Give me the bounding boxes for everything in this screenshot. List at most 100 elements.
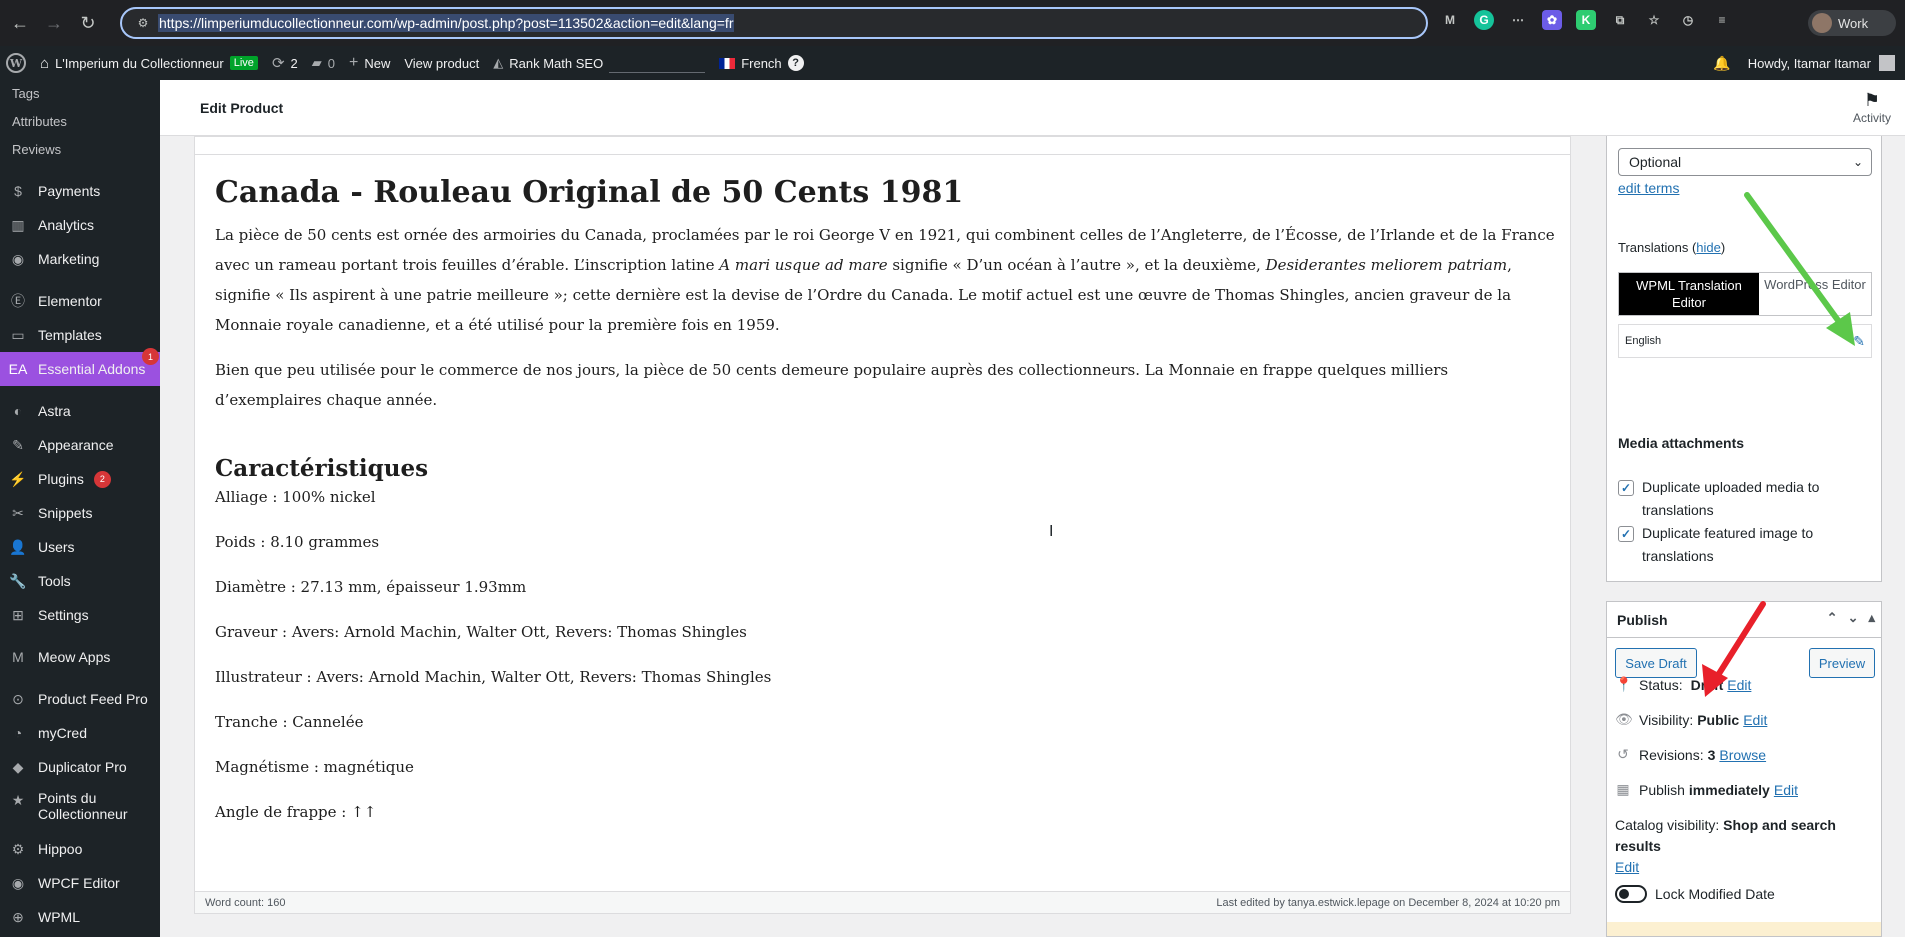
- site-name-link[interactable]: ⌂ L'Imperium du Collectionneur Live: [40, 55, 258, 72]
- edit-translation-pencil-icon[interactable]: ✎: [1853, 325, 1865, 357]
- profile-label: Work: [1838, 15, 1869, 31]
- content-editor[interactable]: Canada - Rouleau Original de 50 Cents 19…: [194, 136, 1571, 914]
- site-name: L'Imperium du Collectionneur: [55, 55, 224, 71]
- revisions-icon: ↺: [1617, 746, 1629, 762]
- sidebar-item-snippets[interactable]: ✂ Snippets: [0, 496, 160, 530]
- extension-gear-icon[interactable]: ✿: [1542, 10, 1562, 30]
- submenu-item[interactable]: Reviews: [0, 136, 160, 164]
- sidebar-item-mycred[interactable]: ◔ myCred: [0, 716, 160, 750]
- chevron-down-icon: ⌄: [1852, 155, 1863, 169]
- edit-visibility-link[interactable]: Edit: [1743, 712, 1767, 728]
- edit-schedule-link[interactable]: Edit: [1774, 782, 1798, 798]
- site-info-icon[interactable]: ⚙: [132, 12, 154, 34]
- sidebar-item-settings[interactable]: ⊞ Settings: [0, 598, 160, 632]
- product-feed-icon: ⊙: [12, 690, 24, 707]
- product-heading: Canada - Rouleau Original de 50 Cents 19…: [215, 175, 964, 210]
- sidebar-item-plugins[interactable]: ⚡ Plugins 2: [0, 462, 160, 496]
- wp-logo-menu[interactable]: W: [6, 53, 26, 73]
- view-product-label: View product: [404, 55, 480, 71]
- sidebar-item-duplicator-pro[interactable]: ◆ Duplicator Pro: [0, 750, 160, 784]
- profile-button[interactable]: Work: [1808, 10, 1896, 36]
- move-down-icon[interactable]: ⌄: [1848, 610, 1859, 626]
- duplicate-media-option[interactable]: ✓ Duplicate uploaded media to translatio…: [1618, 476, 1858, 522]
- activity-button[interactable]: ⚑ Activity: [1849, 90, 1895, 125]
- new-content-link[interactable]: + New: [349, 54, 390, 72]
- sidebar-item-hippoo[interactable]: ⚙ Hippoo: [0, 832, 160, 866]
- submenu-item[interactable]: Attributes: [0, 108, 160, 136]
- edit-terms-link[interactable]: edit terms: [1618, 180, 1679, 196]
- move-up-icon[interactable]: ⌃: [1827, 610, 1838, 626]
- history-icon[interactable]: ◷: [1678, 10, 1698, 30]
- sidebar-item-users[interactable]: 👤 Users: [0, 530, 160, 564]
- duplicate-featured-checkbox[interactable]: ✓: [1618, 526, 1634, 542]
- sidebar-item-points-du-collectionneur[interactable]: ★ Points du Collectionneur: [0, 784, 160, 832]
- submenu-item[interactable]: Tags: [0, 80, 160, 108]
- translations-label: Translations: [1618, 240, 1689, 255]
- edit-status-link[interactable]: Edit: [1727, 677, 1751, 693]
- optional-select[interactable]: Optional ⌄: [1618, 148, 1872, 176]
- grammarly-icon[interactable]: G: [1474, 10, 1494, 30]
- address-bar[interactable]: ⚙ https://limperiumducollectionneur.com/…: [120, 7, 1428, 39]
- analytics-icon: ▥: [11, 216, 25, 233]
- language-switcher[interactable]: French ?: [719, 55, 804, 71]
- home-icon: ⌂: [40, 54, 50, 72]
- editor-body[interactable]: Canada - Rouleau Original de 50 Cents 19…: [215, 175, 1555, 846]
- more-dots-icon[interactable]: ⋯: [1508, 10, 1528, 30]
- preview-button[interactable]: Preview: [1809, 648, 1875, 678]
- sidebar-item-appearance[interactable]: ✎ Appearance: [0, 428, 160, 462]
- editor-status-bar: Word count: 160 Last edited by tanya.est…: [195, 891, 1570, 913]
- sidebar-item-meow-apps[interactable]: M Meow Apps: [0, 640, 160, 674]
- appearance-icon: ✎: [12, 436, 24, 453]
- sidebar-item-wpcf-editor[interactable]: ◉ WPCF Editor: [0, 866, 160, 900]
- notification-bell-icon[interactable]: 🔔: [1713, 55, 1730, 71]
- sidebar-item-label: Snippets: [38, 505, 93, 521]
- duplicate-media-checkbox[interactable]: ✓: [1618, 480, 1634, 496]
- sidebar-item-wpml[interactable]: ⊕ WPML: [0, 900, 160, 934]
- last-edited: Last edited by tanya.estwick.lepage on D…: [1216, 896, 1560, 909]
- sidebar-item-essential-addons[interactable]: EA Essential Addons 1: [0, 348, 160, 386]
- editor-toolbar: [195, 137, 1570, 155]
- sidebar-item-label: Analytics: [38, 217, 95, 233]
- updates-link[interactable]: ⟳ 2: [272, 54, 298, 72]
- pin-icon: 📍: [1615, 676, 1633, 692]
- lock-modified-label: Lock Modified Date: [1655, 886, 1775, 902]
- save-draft-button[interactable]: Save Draft: [1615, 648, 1697, 678]
- toggle-panel-icon[interactable]: ▴: [1868, 610, 1875, 626]
- reload-icon[interactable]: ↻: [74, 9, 102, 37]
- sidebar-item-templates[interactable]: ▭ Templates: [0, 318, 160, 352]
- spec-line: Tranche : Cannelée: [215, 713, 364, 731]
- extension-k-icon[interactable]: K: [1576, 10, 1596, 30]
- sidebar-item-analytics[interactable]: ▥ Analytics: [0, 208, 160, 242]
- browse-revisions-link[interactable]: Browse: [1719, 747, 1766, 763]
- user-account-menu[interactable]: Howdy, Itamar Itamar: [1748, 46, 1895, 80]
- forward-icon[interactable]: →: [40, 9, 68, 37]
- reading-list-icon[interactable]: ≡: [1712, 10, 1732, 30]
- comment-icon: ▰: [311, 55, 322, 70]
- tab-wpml-translation-editor[interactable]: WPML Translation Editor: [1619, 273, 1759, 315]
- comments-link[interactable]: ▰ 0: [312, 55, 335, 71]
- sidebar-item-payments[interactable]: $ Payments: [0, 174, 160, 208]
- back-icon[interactable]: ←: [6, 9, 34, 37]
- help-icon[interactable]: ?: [787, 55, 804, 71]
- duplicate-featured-label: Duplicate featured image to translations: [1642, 525, 1814, 564]
- duplicate-featured-option[interactable]: ✓ Duplicate featured image to translatio…: [1618, 522, 1858, 568]
- rank-math-menu[interactable]: ◭ Rank Math SEO: [493, 53, 706, 73]
- sidebar-item-marketing[interactable]: ◉ Marketing: [0, 242, 160, 276]
- spec-line: Graveur : Avers: Arnold Machin, Walter O…: [215, 623, 747, 641]
- extensions-puzzle-icon[interactable]: ⧉: [1610, 10, 1630, 30]
- sidebar-item-elementor[interactable]: Ⓔ Elementor: [0, 284, 160, 318]
- tab-wordpress-editor[interactable]: WordPress Editor: [1759, 273, 1871, 315]
- publish-header: Publish ⌃ ⌄ ▴: [1607, 602, 1881, 638]
- edit-catalog-link[interactable]: Edit: [1615, 859, 1639, 875]
- sidebar-item-astra[interactable]: ◐ Astra: [0, 394, 160, 428]
- lock-modified-toggle[interactable]: [1615, 885, 1647, 903]
- bookmark-star-icon[interactable]: ☆: [1644, 10, 1664, 30]
- media-attachments-title: Media attachments: [1618, 435, 1745, 451]
- sidebar-item-tools[interactable]: 🔧 Tools: [0, 564, 160, 598]
- plus-icon: +: [348, 54, 359, 71]
- extension-m-icon[interactable]: M: [1440, 10, 1460, 30]
- duplicator-icon: ◆: [12, 758, 24, 775]
- view-product-link[interactable]: View product: [404, 56, 479, 71]
- hide-translations-link[interactable]: hide: [1696, 240, 1721, 255]
- sidebar-item-product-feed-pro[interactable]: ⊙ Product Feed Pro: [0, 682, 160, 716]
